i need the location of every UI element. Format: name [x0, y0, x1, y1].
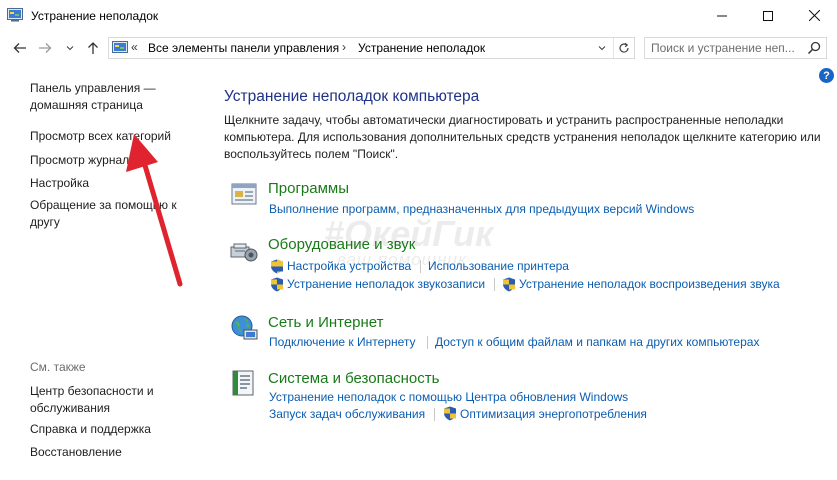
link-use-printer[interactable]: Использование принтера: [428, 259, 569, 273]
search-box[interactable]: Поиск и устранение неп...: [644, 37, 827, 59]
minimize-button[interactable]: [699, 0, 745, 31]
link-separator: [427, 336, 428, 349]
page-title: Устранение неполадок компьютера: [224, 88, 480, 105]
system-security-icon: [229, 368, 259, 398]
address-dropdown-button[interactable]: [593, 39, 611, 57]
search-icon[interactable]: [807, 41, 823, 57]
uac-shield-icon: [502, 277, 516, 292]
overflow-chevron[interactable]: «: [131, 40, 138, 54]
hardware-sound-icon: [229, 235, 259, 265]
annotation-arrow: [126, 134, 183, 287]
link-configure-device[interactable]: Настройка устройства: [287, 259, 411, 273]
link-power-optimization[interactable]: Оптимизация энергопотребления: [460, 407, 647, 421]
breadcrumb-separator[interactable]: ›: [342, 40, 346, 54]
link-separator: [434, 408, 435, 421]
sidebar-link-recovery[interactable]: Восстановление: [30, 444, 122, 461]
maximize-button[interactable]: [745, 0, 791, 31]
sidebar-link-label: Восстановление: [30, 445, 122, 459]
back-button[interactable]: [10, 38, 30, 58]
link-shared-folders[interactable]: Доступ к общим файлам и папкам на других…: [435, 335, 759, 349]
forward-button[interactable]: [35, 38, 55, 58]
sidebar-link-security-maintenance[interactable]: Центр безопасности и обслуживания: [30, 383, 154, 417]
breadcrumb-troubleshooting[interactable]: Устранение неполадок: [358, 41, 485, 55]
navigation-bar: « Все элементы панели управления › Устра…: [0, 32, 837, 64]
recent-locations-dropdown[interactable]: [60, 38, 80, 58]
link-windows-update-troubleshoot[interactable]: Устранение неполадок с помощью Центра об…: [269, 390, 628, 404]
sidebar-link-label: Панель управления — домашняя страница: [30, 81, 156, 112]
sidebar-link-label: Справка и поддержка: [30, 422, 151, 436]
refresh-button[interactable]: [613, 38, 633, 58]
category-programs[interactable]: Программы: [268, 180, 349, 197]
address-bar[interactable]: « Все элементы панели управления › Устра…: [108, 37, 635, 59]
control-panel-icon: [7, 8, 23, 22]
page-description: Щелкните задачу, чтобы автоматически диа…: [224, 113, 821, 161]
category-network-internet[interactable]: Сеть и Интернет: [268, 314, 384, 331]
uac-shield-icon: [270, 259, 284, 274]
control-panel-icon: [112, 41, 128, 55]
uac-shield-icon: [270, 277, 284, 292]
sidebar-link-label: Настройка: [30, 176, 90, 190]
up-button[interactable]: [83, 38, 103, 58]
link-run-maintenance[interactable]: Запуск задач обслуживания: [269, 407, 425, 421]
search-input[interactable]: Поиск и устранение неп...: [651, 41, 805, 55]
link-run-legacy-programs[interactable]: Выполнение программ, предназначенных для…: [269, 202, 694, 216]
link-separator: [494, 278, 495, 291]
sidebar-link-settings[interactable]: Настройка: [30, 175, 89, 192]
network-internet-icon: [229, 312, 259, 342]
category-system-security[interactable]: Система и безопасность: [268, 370, 439, 387]
category-hardware-sound[interactable]: Оборудование и звук: [268, 236, 415, 253]
programs-icon: [229, 180, 259, 210]
close-button[interactable]: [791, 0, 837, 31]
uac-shield-icon: [443, 406, 457, 421]
link-separator: [420, 260, 421, 273]
sidebar-link-label: Центр безопасности и обслуживания: [30, 384, 154, 415]
see-also-heading: См. также: [30, 360, 86, 374]
breadcrumb-all-items[interactable]: Все элементы панели управления: [148, 41, 339, 55]
title-bar: Устранение неполадок: [0, 0, 837, 32]
sidebar-link-control-panel-home[interactable]: Панель управления — домашняя страница: [30, 80, 156, 114]
link-troubleshoot-recording[interactable]: Устранение неполадок звукозаписи: [287, 277, 485, 291]
help-button[interactable]: ?: [819, 68, 834, 83]
sidebar-link-help-support[interactable]: Справка и поддержка: [30, 421, 151, 438]
link-troubleshoot-playback[interactable]: Устранение неполадок воспроизведения зву…: [519, 277, 780, 291]
link-connect-internet[interactable]: Подключение к Интернету: [269, 335, 416, 349]
window-title: Устранение неполадок: [31, 9, 159, 23]
